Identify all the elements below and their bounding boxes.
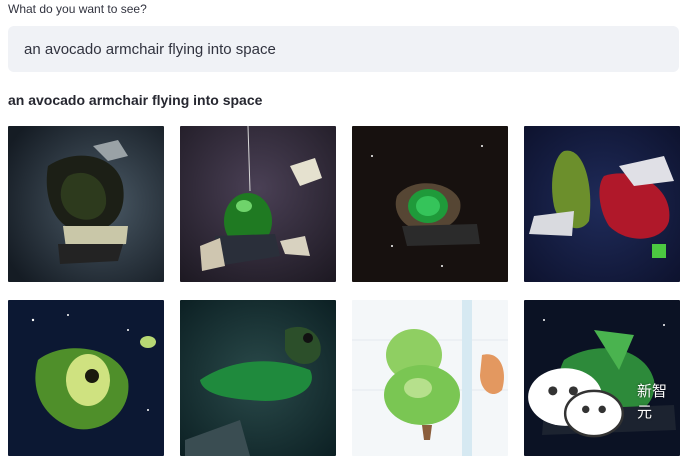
- generated-image-1[interactable]: [8, 126, 164, 282]
- generated-image-3[interactable]: [352, 126, 508, 282]
- watermark-text: 新智元: [637, 381, 668, 421]
- generated-image-8[interactable]: 新智元: [524, 300, 680, 456]
- generated-image-6[interactable]: [180, 300, 336, 456]
- prompt-label: What do you want to see?: [8, 2, 147, 16]
- wechat-logo-icon: [528, 367, 624, 438]
- generated-image-4[interactable]: [524, 126, 680, 282]
- generated-image-5[interactable]: [8, 300, 164, 456]
- watermark: 新智元: [524, 360, 670, 442]
- generated-image-2[interactable]: [180, 126, 336, 282]
- results-title: an avocado armchair flying into space: [8, 92, 263, 108]
- generated-image-7[interactable]: [352, 300, 508, 456]
- prompt-input[interactable]: [8, 26, 679, 72]
- image-grid: 新智元: [8, 126, 680, 458]
